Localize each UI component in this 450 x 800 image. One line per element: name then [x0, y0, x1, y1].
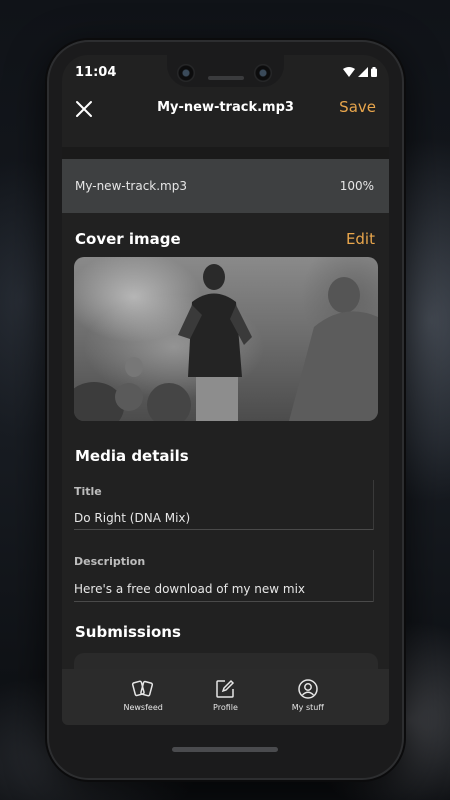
description-field-underline	[74, 601, 373, 602]
system-icons	[343, 67, 377, 77]
tab-newsfeed[interactable]: Newsfeed	[108, 669, 178, 725]
earpiece-speaker	[208, 76, 244, 80]
tab-profile[interactable]: Profile	[190, 669, 260, 725]
save-button[interactable]: Save	[339, 98, 376, 116]
tab-my-stuff[interactable]: My stuff	[273, 669, 343, 725]
cover-image[interactable]	[74, 257, 378, 421]
battery-icon	[371, 67, 377, 77]
description-field-edge	[373, 550, 374, 602]
edit-cover-button[interactable]: Edit	[346, 230, 375, 248]
upload-progress-bar: My-new-track.mp3 100%	[62, 159, 389, 213]
media-details-heading: Media details	[75, 447, 189, 465]
title-field-underline	[74, 529, 373, 530]
app-header: My-new-track.mp3 Save	[62, 93, 389, 125]
tab-newsfeed-label: Newsfeed	[123, 703, 163, 712]
bottom-tab-bar: Newsfeed Profile My stuff	[62, 669, 389, 725]
header-separator	[62, 147, 389, 159]
home-indicator[interactable]	[172, 747, 278, 752]
description-field[interactable]: Here's a free download of my new mix	[74, 582, 305, 596]
performer-photo	[74, 264, 378, 421]
title-field-label: Title	[74, 485, 102, 498]
cards-icon	[132, 680, 154, 697]
submissions-heading: Submissions	[75, 623, 181, 641]
wifi-icon	[343, 67, 355, 77]
title-field-edge	[373, 480, 374, 530]
cover-image-heading: Cover image	[75, 230, 181, 248]
tab-profile-label: Profile	[213, 703, 238, 712]
signal-icon	[358, 67, 368, 77]
app-screen: 11:04 My-new-track.mp3 Save My-new-track…	[62, 55, 389, 725]
front-camera-right	[254, 64, 272, 82]
description-field-label: Description	[74, 555, 146, 568]
upload-file-name: My-new-track.mp3	[75, 179, 188, 193]
front-camera-left	[177, 64, 195, 82]
upload-progress-value: 100%	[339, 179, 374, 193]
status-time: 11:04	[75, 65, 117, 80]
tab-my-stuff-label: My stuff	[291, 703, 324, 712]
title-field[interactable]: Do Right (DNA Mix)	[74, 511, 190, 525]
person-circle-icon	[298, 679, 318, 699]
edit-square-icon	[216, 679, 235, 698]
